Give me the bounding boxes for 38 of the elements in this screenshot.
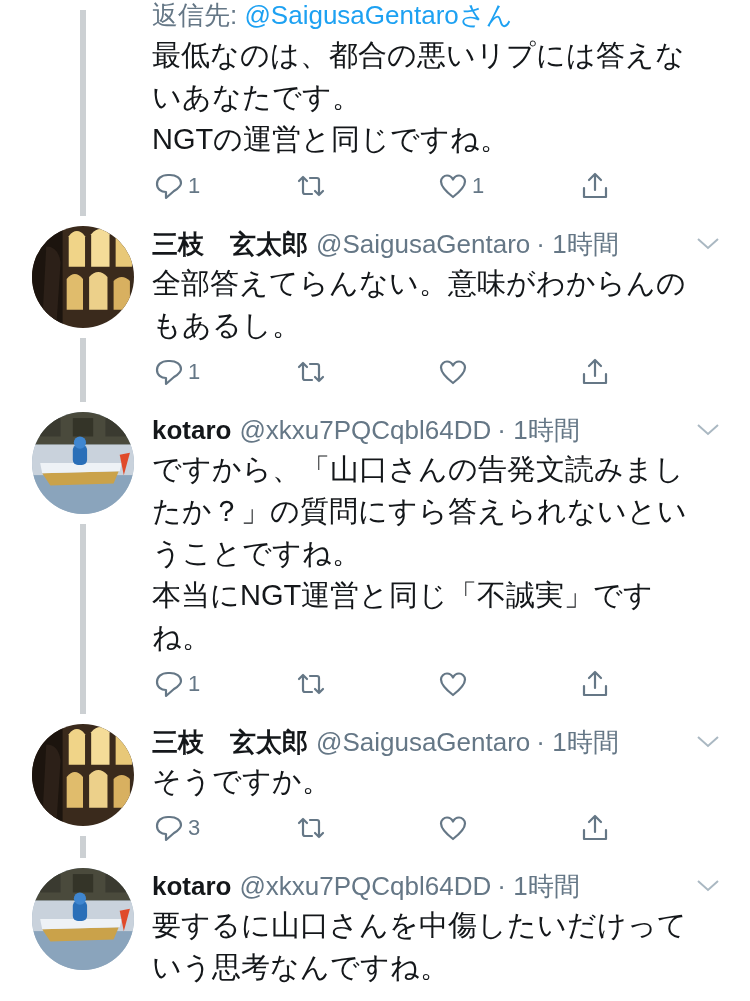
reply-count: 3 [188, 815, 201, 841]
reply-count: 1 [188, 671, 201, 697]
reply-to-link[interactable]: @SaigusaGentaroさん [244, 0, 513, 30]
reply-icon[interactable] [154, 171, 184, 201]
tweet-text: 要するに山口さんを中傷したいだけっていう思考なんですね。 [152, 908, 688, 985]
reply-to-text: 返信先: @SaigusaGentaroさん [152, 0, 514, 30]
user-handle[interactable]: @SaigusaGentaro [316, 228, 531, 260]
user-handle[interactable]: @xkxu7PQCqbl64DD [239, 870, 492, 902]
reply-icon[interactable] [154, 357, 184, 387]
tweet-text: 最低なのは、都合の悪いリプには答えないあなたです。 [152, 38, 686, 115]
like-count: 1 [472, 173, 485, 199]
share-icon[interactable] [580, 171, 610, 201]
tweet-text: そうですか。 [152, 764, 332, 799]
share-icon[interactable] [580, 813, 610, 843]
tweet-text: 全部答えてらんない。意味がわからんのもあるし。 [152, 266, 687, 343]
share-icon[interactable] [580, 669, 610, 699]
heart-icon[interactable] [438, 357, 468, 387]
share-icon[interactable] [580, 357, 610, 387]
display-name[interactable]: 三枝 玄太郎 [152, 724, 308, 760]
display-name[interactable]: kotaro [152, 870, 232, 902]
user-handle[interactable]: @xkxu7PQCqbl64DD [239, 414, 492, 446]
reply-icon[interactable] [154, 669, 184, 699]
tweet-time: · 1時間 [497, 869, 580, 903]
display-name[interactable]: 三枝 玄太郎 [152, 226, 308, 262]
tweet-text: ですから、「山口さんの告発文読みましたか？」の質問にすら答えられないということですね。 [152, 452, 688, 571]
heart-icon[interactable] [438, 813, 468, 843]
heart-icon[interactable] [438, 171, 468, 201]
reply-icon[interactable] [154, 813, 184, 843]
heart-icon[interactable] [438, 669, 468, 699]
tweet-time: · 1時間 [536, 725, 619, 759]
tweet-text: 本当にNGT運営と同じ「不誠実」ですね。 [152, 578, 655, 655]
tweet-text: NGTの運営と同じですね。 [152, 122, 511, 157]
reply-count: 1 [188, 173, 201, 199]
display-name[interactable]: kotaro [152, 414, 232, 446]
tweet-time: · 1時間 [497, 413, 580, 447]
user-handle[interactable]: @SaigusaGentaro [316, 726, 531, 758]
tweet-time: · 1時間 [536, 227, 619, 261]
reply-count: 1 [188, 359, 201, 385]
